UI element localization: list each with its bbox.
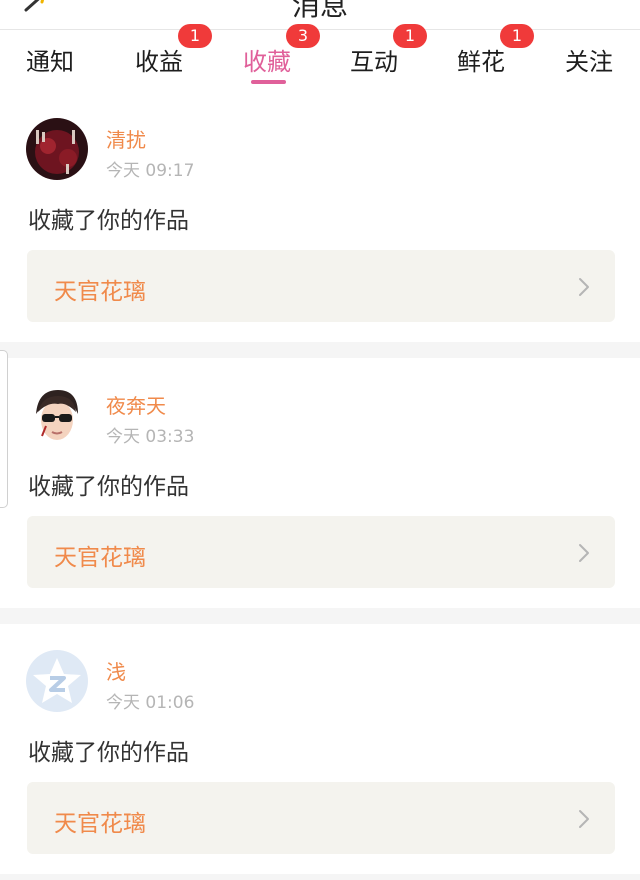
username[interactable]: 清扰 — [106, 124, 146, 153]
tab-flowers[interactable]: 鲜花 — [457, 42, 505, 77]
tab-following[interactable]: 关注 — [565, 42, 613, 77]
tab-favorites[interactable]: 收藏 — [243, 42, 291, 77]
timestamp: 今天 01:06 — [106, 693, 195, 713]
favorites-feed: 清扰 今天 09:17 收藏了你的作品 天官花璃 夜奔天 今天 03:33 收藏… — [0, 92, 640, 880]
default-star-avatar-icon — [26, 650, 88, 712]
work-link[interactable]: 天官花璃 — [27, 782, 615, 854]
chevron-right-icon — [579, 810, 589, 828]
chevron-right-icon — [579, 278, 589, 296]
tab-earnings-badge: 1 — [178, 24, 212, 48]
user-avatar[interactable] — [26, 650, 88, 712]
work-link[interactable]: 天官花璃 — [27, 250, 615, 322]
username[interactable]: 浅 — [106, 656, 126, 685]
feed-item: 夜奔天 今天 03:33 收藏了你的作品 天官花璃 — [0, 358, 640, 608]
tab-earnings[interactable]: 收益 — [135, 42, 183, 77]
work-title: 天官花璃 — [54, 545, 146, 571]
timestamp: 今天 03:33 — [106, 427, 195, 447]
active-tab-indicator — [251, 80, 286, 84]
page-title: 消息 — [291, 0, 348, 22]
action-text: 收藏了你的作品 — [28, 208, 189, 234]
username[interactable]: 夜奔天 — [106, 390, 166, 419]
feed-item: 浅 今天 01:06 收藏了你的作品 天官花璃 — [0, 624, 640, 874]
work-title: 天官花璃 — [54, 279, 146, 305]
person-sunglasses-avatar-icon — [26, 384, 88, 446]
edge-drawer-handle[interactable] — [0, 350, 8, 508]
timestamp: 今天 09:17 — [106, 161, 195, 181]
tab-favorites-badge: 3 — [286, 24, 320, 48]
tab-flowers-badge: 1 — [500, 24, 534, 48]
work-title: 天官花璃 — [54, 811, 146, 837]
work-link[interactable]: 天官花璃 — [27, 516, 615, 588]
tab-interactions-badge: 1 — [393, 24, 427, 48]
feed-item: 清扰 今天 09:17 收藏了你的作品 天官花璃 — [0, 92, 640, 342]
tab-notifications[interactable]: 通知 — [26, 42, 74, 77]
user-avatar[interactable] — [26, 118, 88, 180]
message-tabs: 通知 收益 1 收藏 3 互动 1 鲜花 1 关注 — [0, 24, 640, 92]
action-text: 收藏了你的作品 — [28, 740, 189, 766]
action-text: 收藏了你的作品 — [28, 474, 189, 500]
dark-red-art-avatar-icon — [26, 118, 88, 180]
user-avatar[interactable] — [26, 384, 88, 446]
chevron-right-icon — [579, 544, 589, 562]
tab-interactions[interactable]: 互动 — [350, 42, 398, 77]
item-divider — [0, 874, 640, 880]
item-divider — [0, 608, 640, 624]
top-bar: 消息 — [0, 0, 640, 30]
item-divider — [0, 342, 640, 358]
